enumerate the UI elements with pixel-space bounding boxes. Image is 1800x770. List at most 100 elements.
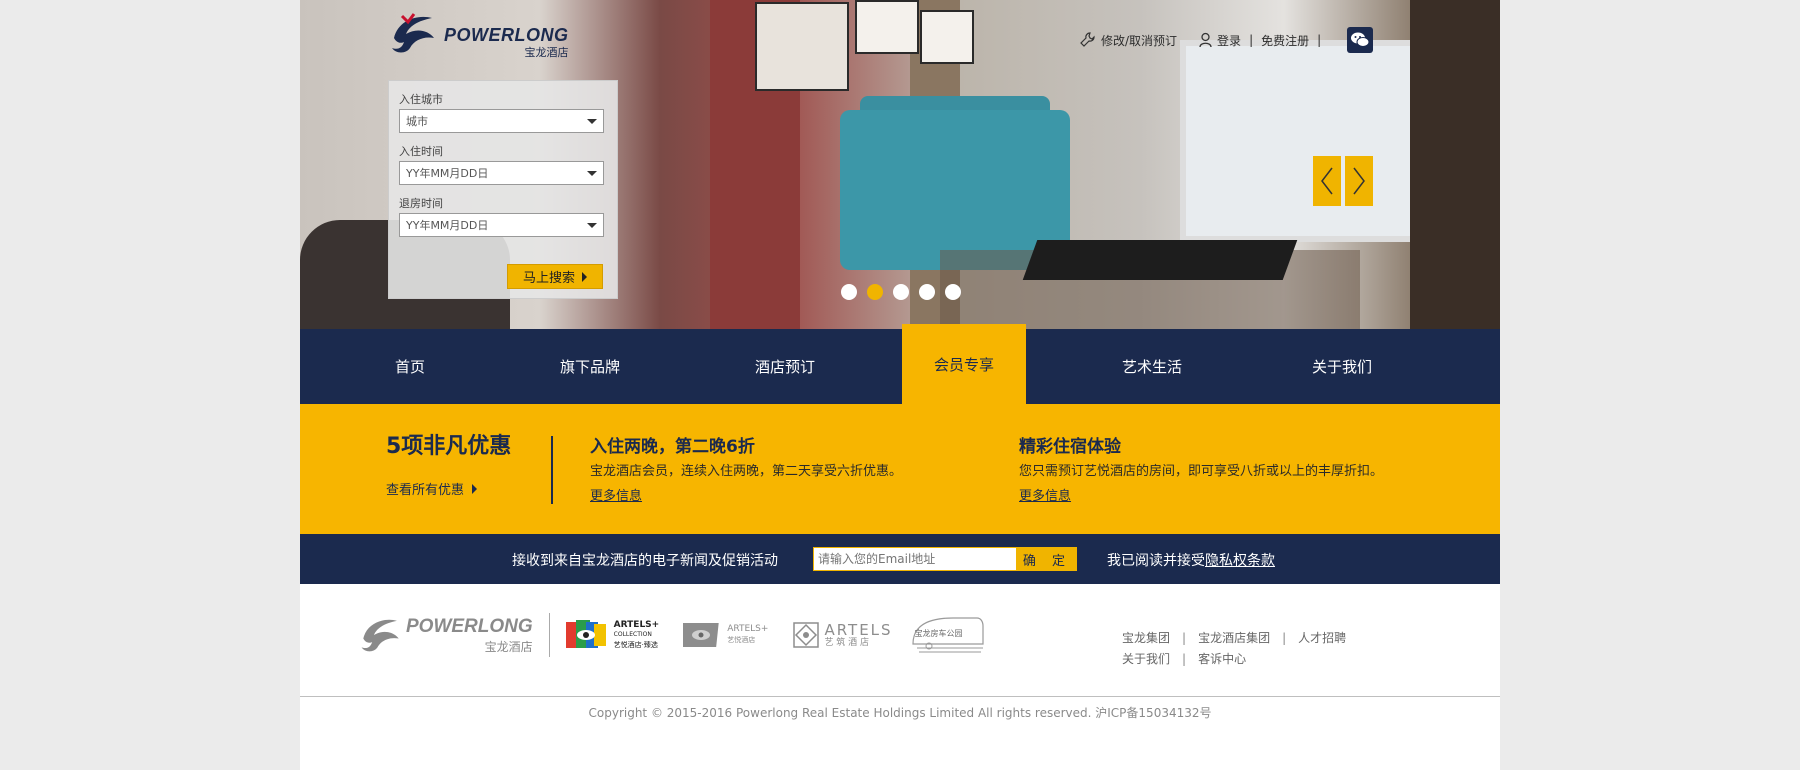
- copyright: Copyright © 2015-2016 Powerlong Real Est…: [588, 706, 1212, 720]
- footer-links-row: 宝龙集团 | 宝龙酒店集团 | 人才招聘: [1122, 628, 1346, 649]
- divider: [551, 436, 553, 504]
- checkout-label: 退房时间: [399, 197, 443, 210]
- chevron-down-icon: [587, 222, 597, 228]
- member-offers-section: 5项非凡优惠 查看所有优惠 入住两晚，第二晚6折 宝龙酒店会员，连续入住两晚，第…: [300, 404, 1500, 534]
- nav-item-art-life[interactable]: 艺术生活: [1097, 329, 1207, 404]
- slider-dot[interactable]: [945, 284, 961, 300]
- brand-cn: 艺 筑 酒 店: [824, 637, 870, 648]
- offer-title: 精彩住宿体验: [1019, 437, 1121, 457]
- chevron-down-icon: [587, 118, 597, 124]
- chevron-down-icon: [587, 170, 597, 176]
- footer-logo-cn: 宝龙酒店: [484, 639, 533, 654]
- slider-arrows: [1313, 156, 1373, 206]
- brand-cn: 宝龙房车公园: [914, 629, 963, 638]
- offer-card: 入住两晚，第二晚6折 宝龙酒店会员，连续入住两晚，第二天享受六折优惠。 更多信息: [590, 432, 902, 504]
- caret-right-icon: [582, 271, 587, 282]
- footer-link-careers[interactable]: 人才招聘: [1298, 631, 1346, 645]
- separator: |: [1249, 33, 1254, 47]
- page-wrapper: POWERLONG 宝龙酒店 修改/取消预订 登录 | 免费注册 | 入住城市: [300, 0, 1500, 770]
- brand-cn: 艺悦酒店·臻选: [613, 641, 658, 649]
- newsletter-text: 接收到来自宝龙酒店的电子新闻及促销活动: [512, 553, 778, 569]
- footer-links-row: 关于我们 | 客诉中心: [1122, 649, 1346, 670]
- login-link[interactable]: 登录: [1217, 32, 1241, 49]
- checkin-date-select[interactable]: YY年MM月DD日: [399, 161, 604, 185]
- nav-item-brands[interactable]: 旗下品牌: [535, 329, 645, 404]
- top-links: 修改/取消预订 登录 | 免费注册 |: [1080, 27, 1374, 53]
- wrench-icon: [1080, 32, 1096, 48]
- slider-dot[interactable]: [867, 284, 883, 300]
- nav-item-members[interactable]: 会员专享: [902, 324, 1026, 404]
- checkin-date-value: YY年MM月DD日: [406, 167, 489, 180]
- footer-links: 宝龙集团 | 宝龙酒店集团 | 人才招聘 关于我们 | 客诉中心: [1122, 628, 1346, 670]
- separator: |: [1282, 631, 1287, 645]
- offer-more-link[interactable]: 更多信息: [590, 485, 902, 504]
- site-logo[interactable]: POWERLONG 宝龙酒店: [388, 8, 569, 60]
- slider-dot[interactable]: [919, 284, 935, 300]
- powerlong-footer-logo[interactable]: POWERLONG 宝龙酒店: [358, 612, 533, 658]
- footer-link-about[interactable]: 关于我们: [1122, 652, 1170, 666]
- slider-dots: [841, 284, 961, 300]
- modify-cancel-link[interactable]: 修改/取消预订: [1101, 32, 1177, 49]
- nav-item-about[interactable]: 关于我们: [1287, 329, 1397, 404]
- offers-heading: 5项非凡优惠: [386, 434, 512, 459]
- brand-cn: 艺悦酒店: [727, 636, 756, 644]
- brand-name: ARTELS: [824, 620, 893, 639]
- privacy-consent: 我已阅读并接受隐私权条款: [1107, 550, 1275, 570]
- artels-logo[interactable]: ARTELS 艺 筑 酒 店: [792, 621, 892, 649]
- city-select-value: 城市: [406, 115, 428, 128]
- footer-link-complaints[interactable]: 客诉中心: [1198, 652, 1246, 666]
- brand-logos: POWERLONG 宝龙酒店 ARTELS+ COLLECTION 艺悦酒店·臻…: [358, 612, 1009, 658]
- hero-window: [1180, 40, 1432, 242]
- checkout-date-value: YY年MM月DD日: [406, 219, 489, 232]
- offer-card: 精彩住宿体验 您只需预订艺悦酒店的房间，即可享受八折或以上的丰厚折扣。 更多信息: [1019, 432, 1383, 504]
- hero-curtain-right: [1410, 0, 1500, 329]
- artels-colorful-logo-icon: [565, 620, 606, 648]
- hero-frame-art: [920, 10, 974, 64]
- separator: |: [1317, 33, 1322, 47]
- offer-description: 您只需预订艺悦酒店的房间，即可享受八折或以上的丰厚折扣。: [1019, 464, 1384, 479]
- separator: |: [1182, 631, 1187, 645]
- city-select[interactable]: 城市: [399, 109, 604, 133]
- artels-collection-logo[interactable]: ARTELS+ COLLECTION 艺悦酒店·臻选: [565, 620, 660, 650]
- view-all-offers-label: 查看所有优惠: [386, 483, 465, 498]
- checkout-date-select[interactable]: YY年MM月DD日: [399, 213, 604, 237]
- hero-portrait-art: [755, 2, 849, 91]
- search-now-label: 马上搜索: [522, 271, 575, 286]
- privacy-prefix: 我已阅读并接受: [1107, 553, 1205, 569]
- chevron-left-icon: [1321, 167, 1333, 195]
- artels-plus-logo[interactable]: ARTELS+ 艺悦酒店: [683, 620, 768, 650]
- brand-sub: COLLECTION: [613, 631, 652, 638]
- slider-prev-button[interactable]: [1313, 156, 1341, 206]
- slider-dot[interactable]: [893, 284, 909, 300]
- register-link[interactable]: 免费注册: [1261, 32, 1309, 49]
- nav-item-home[interactable]: 首页: [370, 329, 450, 404]
- offer-description: 宝龙酒店会员，连续入住两晚，第二天享受六折优惠。: [590, 464, 903, 479]
- dragon-logo-icon: [392, 13, 434, 53]
- email-input[interactable]: [813, 547, 1017, 571]
- wechat-icon[interactable]: [1347, 27, 1374, 53]
- view-all-offers-link[interactable]: 查看所有优惠: [386, 479, 478, 498]
- hero-frame-art: [855, 0, 919, 54]
- chevron-right-icon: [1353, 167, 1365, 195]
- footer-link-hotel-group[interactable]: 宝龙酒店集团: [1198, 631, 1270, 645]
- rv-park-logo[interactable]: 宝龙房车公园: [907, 614, 985, 656]
- hero-coffee-table: [1022, 240, 1298, 280]
- user-icon: [1199, 32, 1212, 48]
- slider-next-button[interactable]: [1345, 156, 1373, 206]
- offer-more-link[interactable]: 更多信息: [1019, 485, 1383, 504]
- divider: [548, 613, 550, 657]
- artels-diamond-logo-icon: [793, 622, 820, 648]
- newsletter-submit-button[interactable]: 确 定: [1017, 547, 1077, 571]
- logo-text-cn: 宝龙酒店: [524, 46, 569, 59]
- footer-link-group[interactable]: 宝龙集团: [1122, 631, 1170, 645]
- hotel-search-panel: 入住城市 城市 入住时间 YY年MM月DD日 退房时间 YY年MM月DD日 马上…: [388, 80, 618, 299]
- newsletter-bar: 接收到来自宝龙酒店的电子新闻及促销活动 确 定 我已阅读并接受隐私权条款: [300, 534, 1500, 584]
- brand-name: ARTELS+: [727, 624, 769, 634]
- caret-right-icon: [472, 483, 478, 494]
- search-now-button[interactable]: 马上搜索: [507, 264, 603, 289]
- dragon-logo-icon: [361, 619, 399, 652]
- slider-dot[interactable]: [841, 284, 857, 300]
- privacy-policy-link[interactable]: 隐私权条款: [1205, 553, 1275, 569]
- brand-name: ARTELS+: [613, 620, 660, 630]
- nav-item-booking[interactable]: 酒店预订: [730, 329, 840, 404]
